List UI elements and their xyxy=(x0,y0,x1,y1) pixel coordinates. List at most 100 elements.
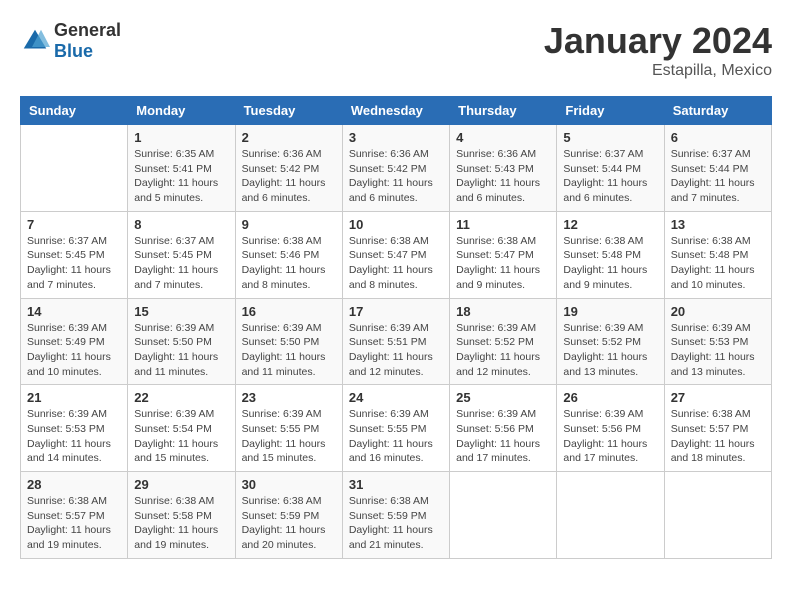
calendar-cell: 18Sunrise: 6:39 AM Sunset: 5:52 PM Dayli… xyxy=(450,298,557,385)
calendar-cell: 12 Sunrise: 6:38 AM Sunset: 5:48 PM Dayli… xyxy=(557,211,664,298)
calendar-cell: 7 Sunrise: 6:37 AM Sunset: 5:45 PM Daylig… xyxy=(21,211,128,298)
day-number: 24 xyxy=(349,390,443,405)
day-number: 11 xyxy=(456,217,550,232)
calendar-cell: 29 Sunrise: 6:38 AM Sunset: 5:58 PM Dayli… xyxy=(128,472,235,559)
day-detail: Sunrise: 6:39 AM Sunset: 5:56 PM Dayligh… xyxy=(456,407,550,466)
calendar-cell: 30 Sunrise: 6:38 AM Sunset: 5:59 PM Dayli… xyxy=(235,472,342,559)
day-number: 27 xyxy=(671,390,765,405)
day-detail: Sunrise: 6:35 AM Sunset: 5:41 PM Dayligh… xyxy=(134,147,228,206)
week-row-4: 21Sunrise: 6:39 AM Sunset: 5:53 PM Dayli… xyxy=(21,385,772,472)
calendar-cell: 24 Sunrise: 6:39 AM Sunset: 5:55 PM Dayli… xyxy=(342,385,449,472)
day-number: 5 xyxy=(563,130,657,145)
day-detail: Sunrise: 6:39 AM Sunset: 5:55 PM Dayligh… xyxy=(242,407,336,466)
weekday-thursday: Thursday xyxy=(450,97,557,125)
day-detail: Sunrise: 6:38 AM Sunset: 5:59 PM Dayligh… xyxy=(242,494,336,553)
day-detail: Sunrise: 6:38 AM Sunset: 5:57 PM Dayligh… xyxy=(671,407,765,466)
weekday-tuesday: Tuesday xyxy=(235,97,342,125)
day-number: 22 xyxy=(134,390,228,405)
calendar-cell: 27 Sunrise: 6:38 AM Sunset: 5:57 PM Dayli… xyxy=(664,385,771,472)
day-detail: Sunrise: 6:37 AM Sunset: 5:44 PM Dayligh… xyxy=(563,147,657,206)
day-number: 28 xyxy=(27,477,121,492)
day-number: 1 xyxy=(134,130,228,145)
day-number: 2 xyxy=(242,130,336,145)
calendar-cell xyxy=(664,472,771,559)
day-detail: Sunrise: 6:36 AM Sunset: 5:42 PM Dayligh… xyxy=(242,147,336,206)
day-number: 30 xyxy=(242,477,336,492)
day-detail: Sunrise: 6:39 AM Sunset: 5:56 PM Dayligh… xyxy=(563,407,657,466)
calendar-table: SundayMondayTuesdayWednesdayThursdayFrid… xyxy=(20,96,772,559)
day-number: 7 xyxy=(27,217,121,232)
day-number: 12 xyxy=(563,217,657,232)
day-detail: Sunrise: 6:39 AM Sunset: 5:51 PM Dayligh… xyxy=(349,321,443,380)
calendar-cell: 5 Sunrise: 6:37 AM Sunset: 5:44 PM Daylig… xyxy=(557,125,664,212)
day-number: 26 xyxy=(563,390,657,405)
day-number: 13 xyxy=(671,217,765,232)
day-number: 4 xyxy=(456,130,550,145)
day-detail: Sunrise: 6:38 AM Sunset: 5:48 PM Dayligh… xyxy=(671,234,765,293)
calendar-cell: 22 Sunrise: 6:39 AM Sunset: 5:54 PM Dayli… xyxy=(128,385,235,472)
day-detail: Sunrise: 6:39 AM Sunset: 5:50 PM Dayligh… xyxy=(134,321,228,380)
calendar-cell: 2 Sunrise: 6:36 AM Sunset: 5:42 PM Daylig… xyxy=(235,125,342,212)
day-detail: Sunrise: 6:38 AM Sunset: 5:47 PM Dayligh… xyxy=(456,234,550,293)
page-header: General Blue January 2024 Estapilla, Mex… xyxy=(20,20,772,80)
day-detail: Sunrise: 6:37 AM Sunset: 5:44 PM Dayligh… xyxy=(671,147,765,206)
day-detail: Sunrise: 6:39 AM Sunset: 5:49 PM Dayligh… xyxy=(27,321,121,380)
day-detail: Sunrise: 6:39 AM Sunset: 5:52 PM Dayligh… xyxy=(456,321,550,380)
weekday-wednesday: Wednesday xyxy=(342,97,449,125)
weekday-monday: Monday xyxy=(128,97,235,125)
day-detail: Sunrise: 6:38 AM Sunset: 5:47 PM Dayligh… xyxy=(349,234,443,293)
calendar-cell: 26 Sunrise: 6:39 AM Sunset: 5:56 PM Dayli… xyxy=(557,385,664,472)
weekday-sunday: Sunday xyxy=(21,97,128,125)
day-number: 14 xyxy=(27,304,121,319)
day-detail: Sunrise: 6:38 AM Sunset: 5:58 PM Dayligh… xyxy=(134,494,228,553)
calendar-cell xyxy=(21,125,128,212)
calendar-cell: 14 Sunrise: 6:39 AM Sunset: 5:49 PM Dayli… xyxy=(21,298,128,385)
week-row-1: 1 Sunrise: 6:35 AM Sunset: 5:41 PM Daylig… xyxy=(21,125,772,212)
day-number: 17 xyxy=(349,304,443,319)
weekday-header-row: SundayMondayTuesdayWednesdayThursdayFrid… xyxy=(21,97,772,125)
day-detail: Sunrise: 6:37 AM Sunset: 5:45 PM Dayligh… xyxy=(134,234,228,293)
calendar-cell: 9 Sunrise: 6:38 AM Sunset: 5:46 PM Daylig… xyxy=(235,211,342,298)
day-number: 10 xyxy=(349,217,443,232)
calendar-cell: 1 Sunrise: 6:35 AM Sunset: 5:41 PM Daylig… xyxy=(128,125,235,212)
calendar-cell: 3Sunrise: 6:36 AM Sunset: 5:42 PM Daylig… xyxy=(342,125,449,212)
week-row-2: 7 Sunrise: 6:37 AM Sunset: 5:45 PM Daylig… xyxy=(21,211,772,298)
calendar-cell: 31 Sunrise: 6:38 AM Sunset: 5:59 PM Dayli… xyxy=(342,472,449,559)
calendar-cell: 17 Sunrise: 6:39 AM Sunset: 5:51 PM Dayli… xyxy=(342,298,449,385)
calendar-cell: 21Sunrise: 6:39 AM Sunset: 5:53 PM Dayli… xyxy=(21,385,128,472)
weekday-saturday: Saturday xyxy=(664,97,771,125)
day-detail: Sunrise: 6:39 AM Sunset: 5:55 PM Dayligh… xyxy=(349,407,443,466)
logo-icon xyxy=(20,26,50,56)
calendar-cell xyxy=(557,472,664,559)
calendar-cell: 20Sunrise: 6:39 AM Sunset: 5:53 PM Dayli… xyxy=(664,298,771,385)
calendar-cell: 6Sunrise: 6:37 AM Sunset: 5:44 PM Daylig… xyxy=(664,125,771,212)
week-row-3: 14 Sunrise: 6:39 AM Sunset: 5:49 PM Dayli… xyxy=(21,298,772,385)
month-title: January 2024 xyxy=(544,20,772,62)
calendar-cell: 25 Sunrise: 6:39 AM Sunset: 5:56 PM Dayli… xyxy=(450,385,557,472)
day-detail: Sunrise: 6:38 AM Sunset: 5:59 PM Dayligh… xyxy=(349,494,443,553)
calendar-cell: 10 Sunrise: 6:38 AM Sunset: 5:47 PM Dayli… xyxy=(342,211,449,298)
day-detail: Sunrise: 6:36 AM Sunset: 5:43 PM Dayligh… xyxy=(456,147,550,206)
day-detail: Sunrise: 6:39 AM Sunset: 5:53 PM Dayligh… xyxy=(671,321,765,380)
title-block: January 2024 Estapilla, Mexico xyxy=(544,20,772,80)
day-detail: Sunrise: 6:38 AM Sunset: 5:48 PM Dayligh… xyxy=(563,234,657,293)
day-number: 16 xyxy=(242,304,336,319)
day-detail: Sunrise: 6:38 AM Sunset: 5:46 PM Dayligh… xyxy=(242,234,336,293)
calendar-cell: 19Sunrise: 6:39 AM Sunset: 5:52 PM Dayli… xyxy=(557,298,664,385)
day-number: 29 xyxy=(134,477,228,492)
calendar-cell xyxy=(450,472,557,559)
logo-general-text: General xyxy=(54,20,121,41)
calendar-body: 1 Sunrise: 6:35 AM Sunset: 5:41 PM Daylig… xyxy=(21,125,772,559)
day-number: 25 xyxy=(456,390,550,405)
day-detail: Sunrise: 6:39 AM Sunset: 5:50 PM Dayligh… xyxy=(242,321,336,380)
day-number: 15 xyxy=(134,304,228,319)
day-detail: Sunrise: 6:38 AM Sunset: 5:57 PM Dayligh… xyxy=(27,494,121,553)
day-number: 31 xyxy=(349,477,443,492)
day-detail: Sunrise: 6:37 AM Sunset: 5:45 PM Dayligh… xyxy=(27,234,121,293)
location: Estapilla, Mexico xyxy=(544,62,772,80)
day-detail: Sunrise: 6:39 AM Sunset: 5:54 PM Dayligh… xyxy=(134,407,228,466)
day-number: 9 xyxy=(242,217,336,232)
day-detail: Sunrise: 6:39 AM Sunset: 5:53 PM Dayligh… xyxy=(27,407,121,466)
day-number: 3 xyxy=(349,130,443,145)
day-detail: Sunrise: 6:39 AM Sunset: 5:52 PM Dayligh… xyxy=(563,321,657,380)
